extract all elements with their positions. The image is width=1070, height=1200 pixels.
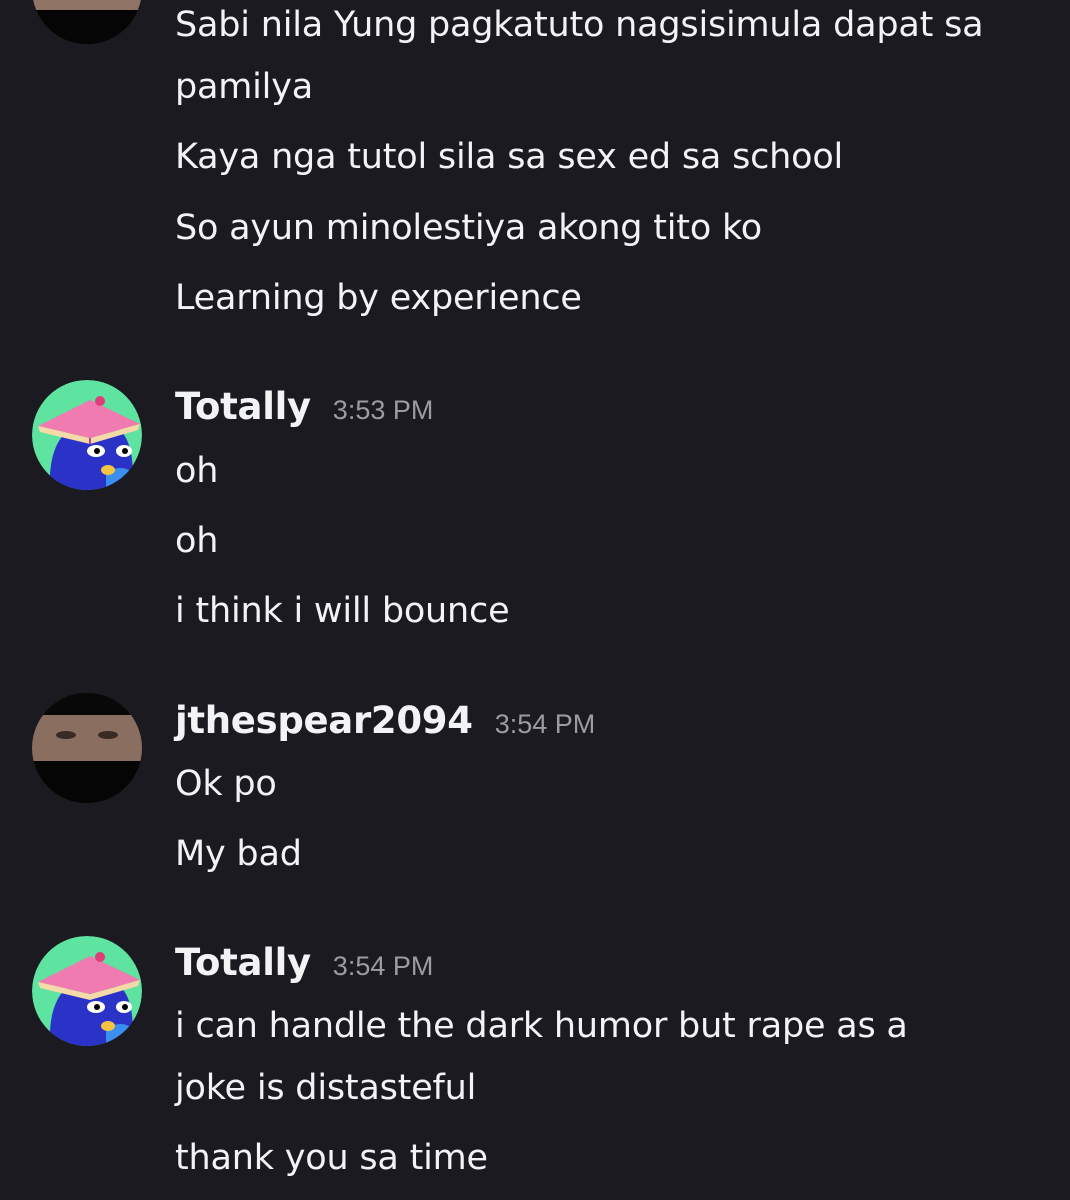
message-text: Learning by experience	[175, 278, 582, 318]
message-text: thank you sa time	[175, 1138, 488, 1178]
message-header: Totally 3:53 PM	[175, 385, 433, 428]
timestamp: 3:54 PM	[494, 709, 596, 739]
redacted-face-avatar-icon	[32, 0, 142, 44]
username[interactable]: Totally	[175, 385, 311, 428]
timestamp: 3:54 PM	[332, 951, 434, 981]
timestamp: 3:53 PM	[332, 395, 434, 425]
user-avatar[interactable]	[32, 0, 142, 44]
username[interactable]: jthespear2094	[175, 699, 473, 742]
message-text: Sabi nila Yung pagkatuto nagsisimula dap…	[175, 5, 984, 107]
blue-bird-book-avatar-icon	[32, 936, 142, 1046]
blue-bird-book-avatar-icon	[32, 380, 142, 490]
message-text: My bad	[175, 834, 302, 874]
redacted-face-avatar-icon	[32, 693, 142, 803]
message-header: Totally 3:54 PM	[175, 941, 433, 984]
user-avatar[interactable]	[32, 380, 142, 490]
message-text: oh	[175, 451, 219, 491]
user-avatar[interactable]	[32, 693, 142, 803]
username[interactable]: Totally	[175, 941, 311, 984]
message-text: Kaya nga tutol sila sa sex ed sa school	[175, 137, 844, 177]
message-text: oh	[175, 521, 219, 561]
user-avatar[interactable]	[32, 936, 142, 1046]
message-header: jthespear2094 3:54 PM	[175, 699, 595, 742]
message-text: So ayun minolestiya akong tito ko	[175, 208, 762, 248]
message-text: Ok po	[175, 764, 277, 804]
message-text: i think i will bounce	[175, 591, 510, 631]
message-text: i can handle the dark humor but rape as …	[175, 1006, 908, 1108]
